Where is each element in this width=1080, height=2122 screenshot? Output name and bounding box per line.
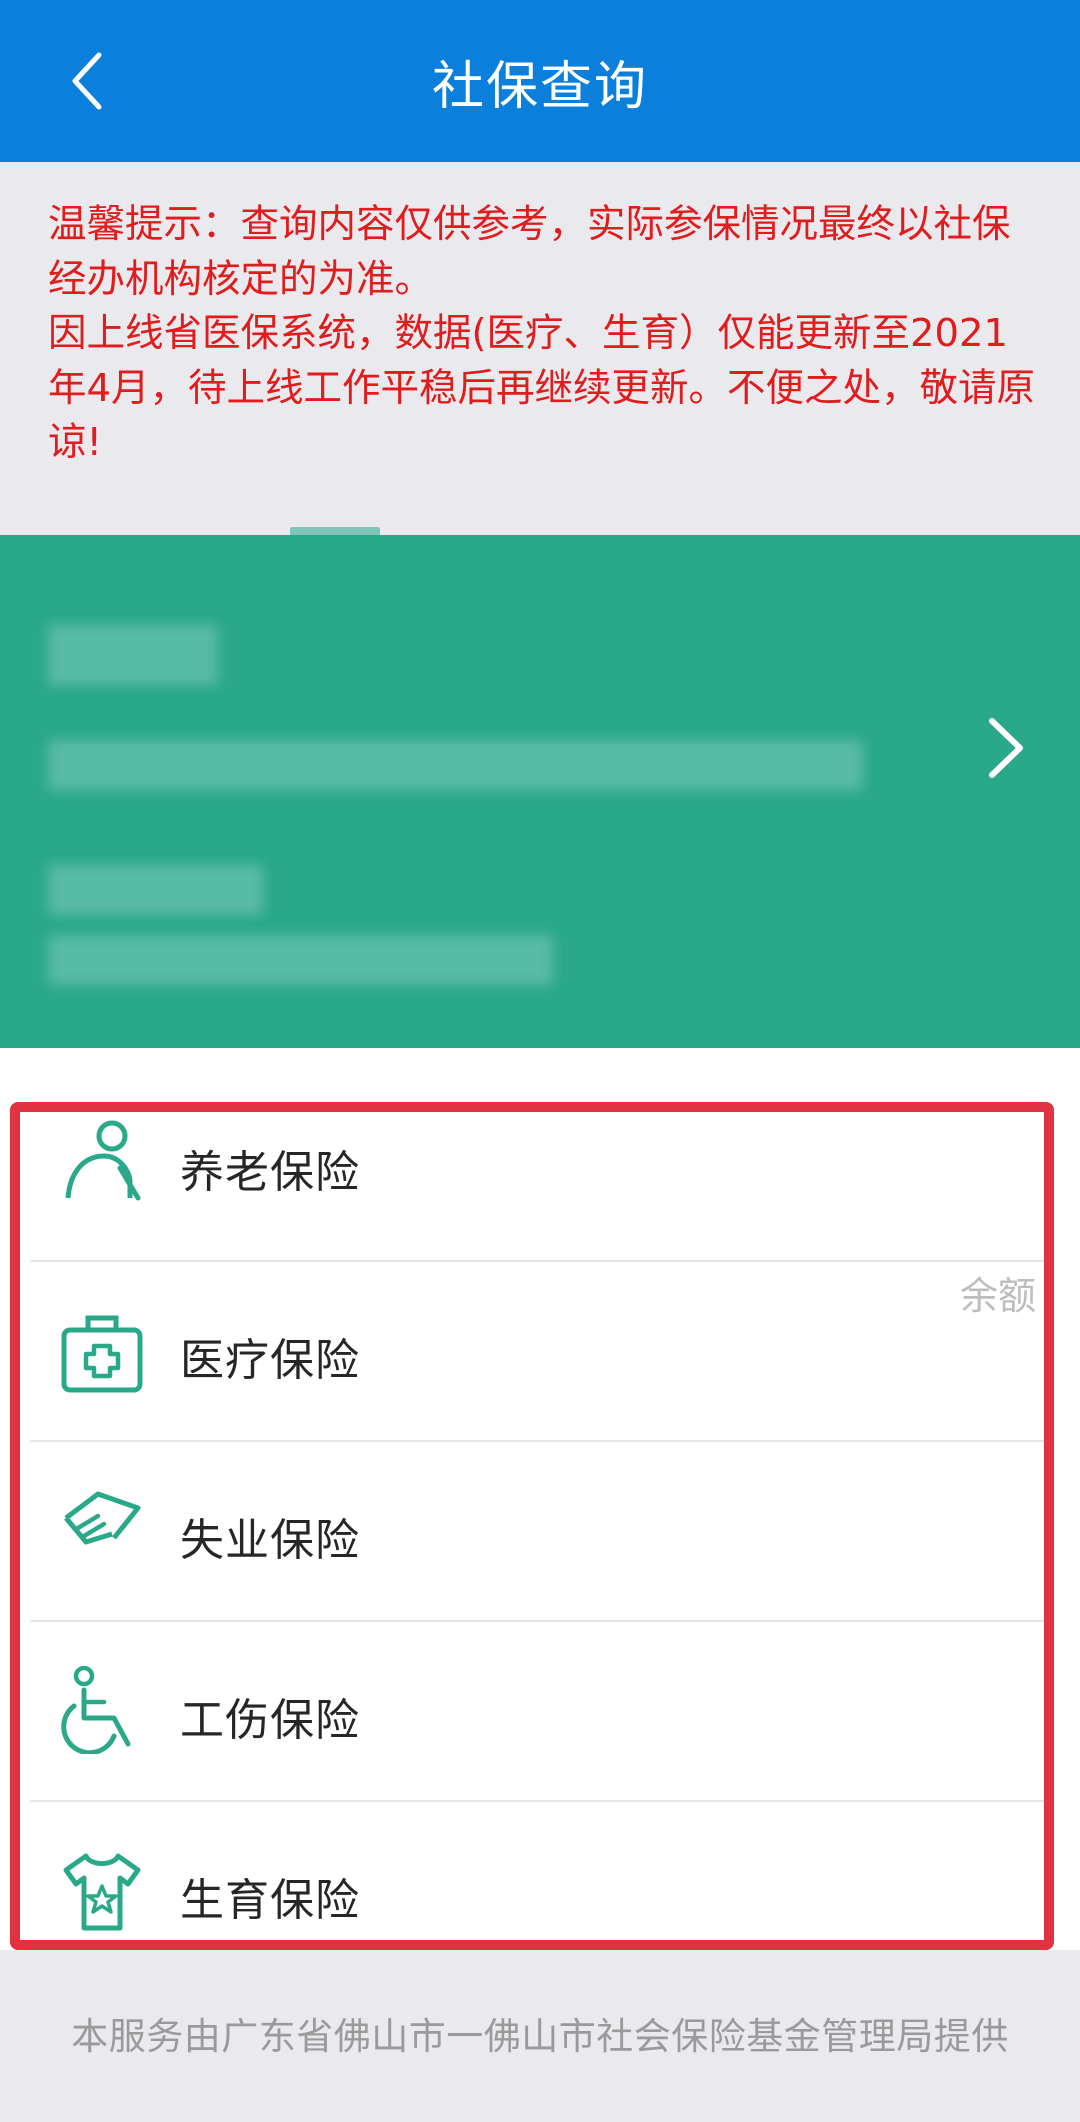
item-label: 医疗保险 (180, 1335, 360, 1386)
blurred-info-value (48, 935, 553, 985)
hand-money-icon (64, 1491, 141, 1545)
list-item-work-injury[interactable]: 工伤保险 (20, 1622, 1044, 1802)
wheelchair-icon (61, 1666, 131, 1754)
blurred-name (48, 625, 218, 685)
list-item-unemployment[interactable]: 失业保险 (20, 1442, 1044, 1622)
insurance-list: 养老保险 医疗保险 失业保险 工伤保险 生育保险 (10, 1102, 1054, 1950)
baby-clothes-icon (63, 1853, 141, 1931)
item-label: 工伤保险 (180, 1695, 360, 1746)
notice-text: 温馨提示：查询内容仅供参考，实际参保情况最终以社保经办机构核定的为准。 因上线省… (48, 202, 1035, 465)
page-title: 社保查询 (431, 57, 648, 117)
footer-provider-text: 本服务由广东省佛山市一佛山市社会保险基金管理局提供 (71, 2015, 1009, 2058)
chevron-right-icon (989, 718, 1023, 778)
list-item-pension[interactable]: 养老保险 (20, 1112, 1044, 1262)
profile-card[interactable] (0, 527, 1080, 1048)
card-edge-decoration (290, 527, 380, 539)
item-label: 失业保险 (180, 1515, 360, 1566)
elderly-person-icon (65, 1120, 141, 1201)
medical-kit-icon (61, 1315, 143, 1393)
blurred-id (48, 740, 863, 790)
top-nav-bar: 社保查询 (0, 0, 1080, 162)
item-label: 生育保险 (180, 1875, 360, 1926)
list-item-medical[interactable]: 医疗保险 (20, 1262, 1044, 1442)
item-label: 养老保险 (180, 1147, 360, 1198)
list-item-maternity[interactable]: 生育保险 (20, 1802, 1044, 1940)
blurred-info-label (48, 865, 263, 915)
